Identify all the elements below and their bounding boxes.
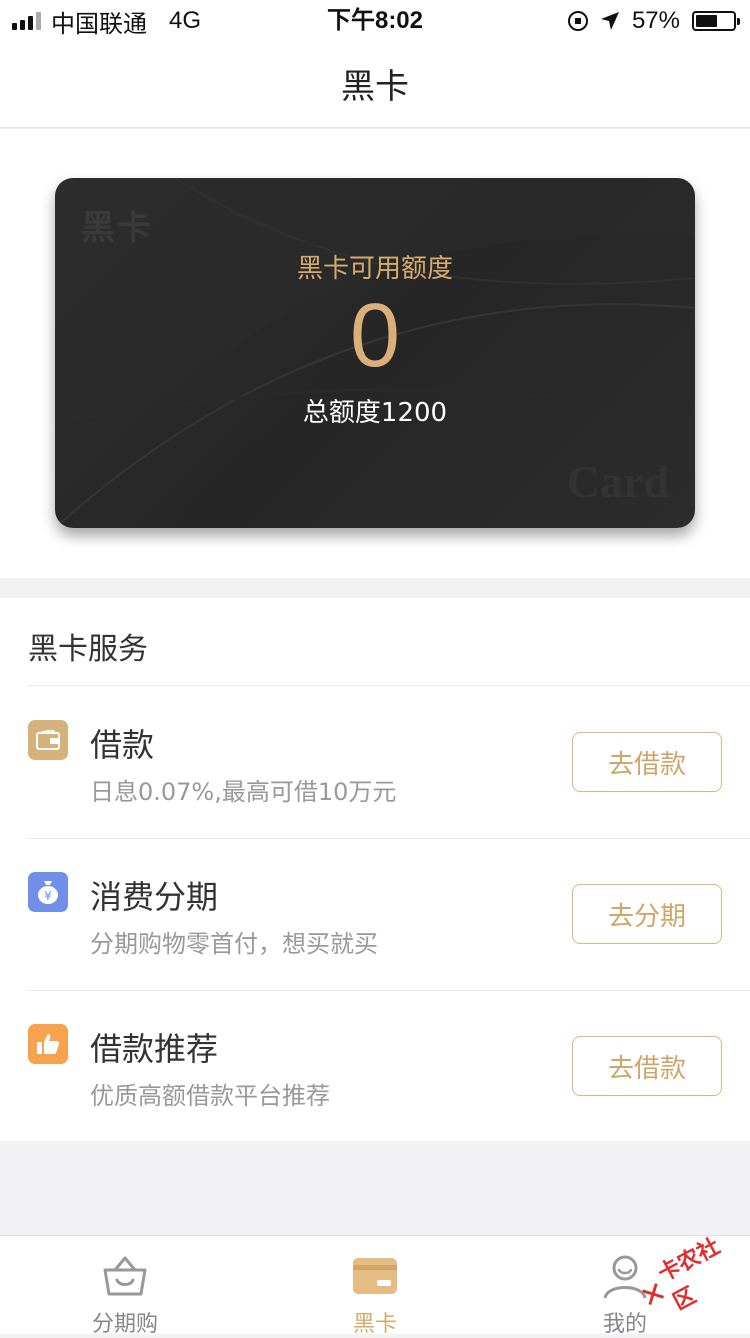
card-corner-logo: 黑卡 — [81, 208, 153, 248]
service-row-installment[interactable]: ¥ 消费分期 分期购物零首付，想买就买 去分期 — [0, 838, 750, 990]
card-area: 黑卡 黑卡可用额度 0 总额度1200 Card — [0, 129, 750, 578]
go-loan-recommend-button[interactable]: 去借款 — [572, 1036, 722, 1096]
battery-percent: 57% — [631, 7, 680, 34]
page-title: 黑卡 — [341, 67, 409, 107]
service-row-loan[interactable]: 借款 日息0.07%,最高可借10万元 去借款 — [0, 686, 750, 838]
service-title: 消费分期 — [90, 878, 219, 916]
service-desc: 日息0.07%,最高可借10万元 — [90, 778, 397, 806]
card-total-limit: 总额度1200 — [302, 398, 448, 428]
card-available-value: 0 — [349, 286, 401, 386]
card-watermark-text: Card — [566, 456, 669, 507]
go-loan-button[interactable]: 去借款 — [572, 732, 722, 792]
card-available-label: 黑卡可用额度 — [296, 254, 453, 284]
tab-label: 分期购 — [91, 1312, 158, 1337]
tab-black-card[interactable]: 黑卡 — [250, 1236, 500, 1337]
service-title: 借款推荐 — [90, 1030, 219, 1068]
card-icon — [353, 1258, 397, 1294]
money-bag-icon: ¥ — [28, 872, 68, 912]
section-title: 黑卡服务 — [28, 632, 148, 667]
battery-icon — [692, 11, 740, 31]
rotation-lock-icon — [567, 11, 588, 31]
thumbs-up-icon — [28, 1024, 68, 1064]
battery-fill — [696, 15, 717, 27]
tab-label: 黑卡 — [352, 1312, 397, 1337]
service-title: 借款 — [90, 726, 155, 764]
tab-label: 我的 — [602, 1312, 647, 1337]
tab-installment-shop[interactable]: 分期购 — [0, 1236, 250, 1337]
location-arrow-icon — [600, 12, 619, 30]
go-installment-button[interactable]: 去分期 — [572, 884, 722, 944]
svg-text:¥: ¥ — [44, 889, 52, 903]
basket-icon — [103, 1256, 147, 1296]
status-bar: 中国联通 4G 下午8:02 57% — [0, 0, 750, 40]
status-right: 57% — [567, 6, 740, 36]
black-card-services: 黑卡服务 借款 日息0.07%,最高可借10万元 去借款 ¥ 消费分期 分期购物… — [0, 598, 750, 1141]
black-card[interactable]: 黑卡 黑卡可用额度 0 总额度1200 Card — [55, 178, 695, 528]
wallet-icon — [28, 720, 68, 760]
service-row-recommend[interactable]: 借款推荐 优质高额借款平台推荐 去借款 — [0, 990, 750, 1142]
service-desc: 分期购物零首付，想买就买 — [90, 930, 378, 958]
nav-bar: 黑卡 — [0, 40, 750, 128]
service-desc: 优质高额借款平台推荐 — [90, 1082, 330, 1110]
